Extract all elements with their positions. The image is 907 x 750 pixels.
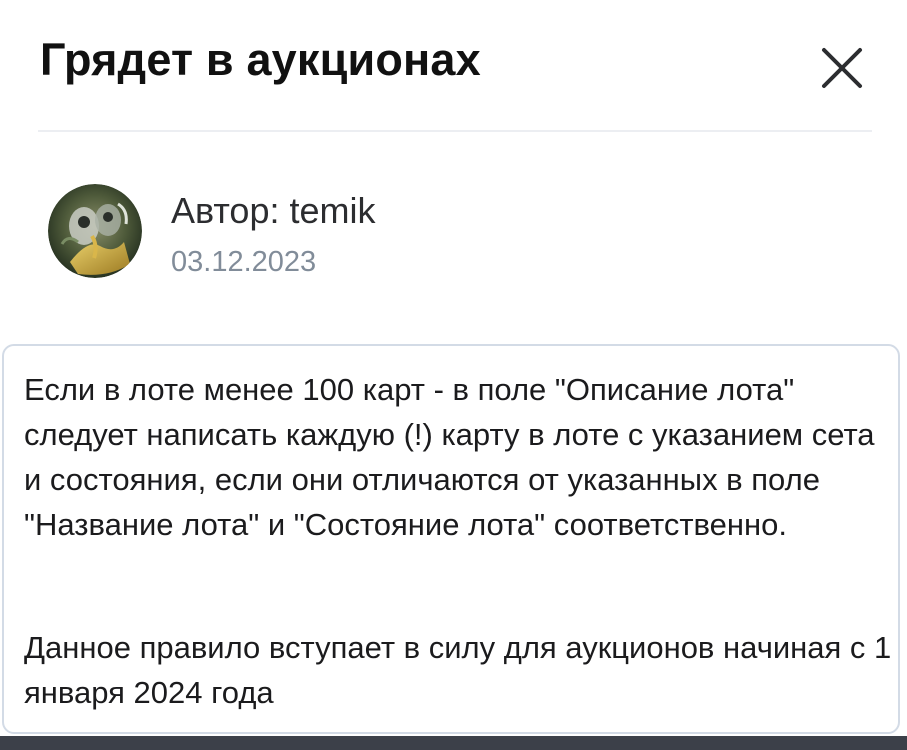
page-title: Грядет в аукционах — [40, 34, 481, 85]
post-date: 03.12.2023 — [171, 246, 317, 278]
content-paragraph-2: Данное правило вступает в силу для аукци… — [24, 630, 892, 710]
avatar[interactable] — [48, 184, 142, 278]
content-card: Если в лоте менее 100 карт - в поле "Опи… — [2, 344, 900, 734]
close-icon — [822, 48, 862, 88]
close-button[interactable] — [820, 46, 864, 90]
header-divider — [38, 130, 872, 132]
author-block: Автор: temik 03.12.2023 — [48, 184, 548, 284]
bottom-bar — [0, 736, 907, 750]
avatar-image — [48, 184, 142, 278]
author-name[interactable]: Автор: temik — [171, 190, 376, 232]
content-paragraph-1: Если в лоте менее 100 карт - в поле "Опи… — [24, 372, 875, 542]
modal-header: Грядет в аукционах — [0, 0, 907, 130]
